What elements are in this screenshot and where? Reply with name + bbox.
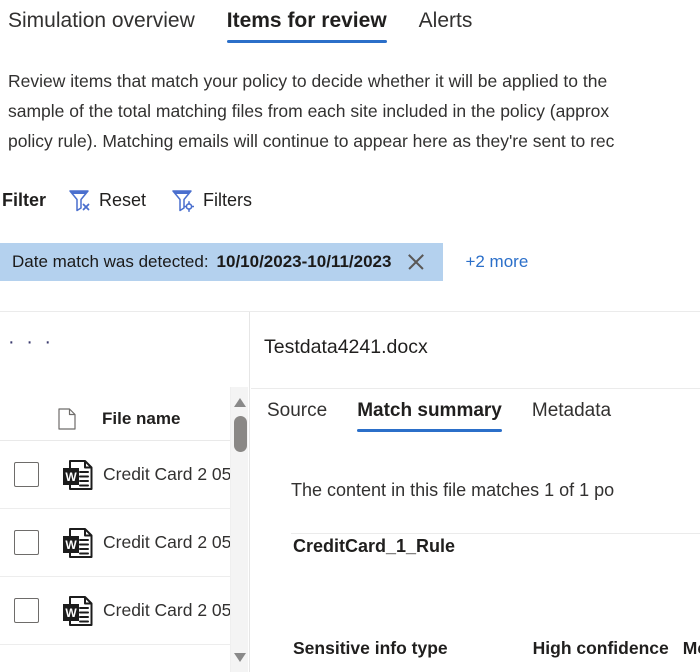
file-list-pane: · · · File name W Credit Card 2 05 W Cre… [0,312,250,672]
list-overflow-menu-button[interactable]: · · · [8,332,54,352]
column-header-high-confidence: High confidence [532,638,669,658]
tab-label: Simulation overview [8,9,195,32]
page-description: Review items that match your policy to d… [8,71,615,151]
svg-text:W: W [65,470,77,484]
row-checkbox[interactable] [14,530,39,555]
match-summary-divider [291,533,700,534]
applied-filters-row: Date match was detected: 10/10/2023-10/1… [0,243,700,281]
items-for-review-page: Simulation overview Items for review Ale… [0,0,700,672]
content-split-area: · · · File name W Credit Card 2 05 W Cre… [0,311,700,672]
table-row[interactable]: W Credit Card 2 05 [0,509,234,577]
tab-label: Alerts [418,9,473,32]
applied-filter-chip-date-match[interactable]: Date match was detected: 10/10/2023-10/1… [0,243,444,281]
match-summary-sentence: The content in this file matches 1 of 1 … [291,480,615,500]
funnel-settings-icon [172,190,195,212]
row-checkbox[interactable] [14,462,39,487]
scrollbar-thumb[interactable] [234,416,247,452]
primary-tabstrip: Simulation overview Items for review Ale… [0,0,700,50]
funnel-clear-icon [69,190,90,212]
word-document-icon: W [63,527,93,558]
tab-label: Items for review [226,9,387,32]
tab-match-summary[interactable]: Match summary [357,397,502,434]
tab-label: Metadata [531,400,612,421]
column-header-sensitive-info-type: Sensitive info type [293,638,448,658]
filter-toolbar: Filter Reset Filters [0,183,700,217]
sensitive-info-table-header: Sensitive info type High confidence Medi… [251,638,700,659]
file-name-cell: Credit Card 2 05 [103,464,232,484]
close-icon[interactable] [405,251,427,273]
reset-filters-button[interactable]: Reset [68,188,146,212]
detail-file-title: Testdata4241.docx [264,336,428,358]
filters-label: Filters [203,189,253,210]
table-row[interactable]: W Credit Card 2 05 [0,577,234,645]
document-icon [58,407,76,430]
tab-simulation-overview[interactable]: Simulation overview [8,6,195,46]
tab-metadata[interactable]: Metadata [532,397,611,434]
tab-label: Source [267,400,328,421]
tab-label: Match summary [357,400,502,421]
word-document-icon: W [63,459,93,490]
detail-tabstrip: Source Match summary Metadata [251,388,700,442]
column-header-medium-confidence: Mediur [682,638,700,658]
tab-alerts[interactable]: Alerts [419,6,473,46]
chip-value: 10/10/2023-10/11/2023 [216,252,392,271]
word-document-icon: W [63,595,93,626]
file-list-header: File name [0,397,234,441]
svg-text:W: W [65,538,77,552]
chip-label: Date match was detected: [12,252,209,271]
filters-button[interactable]: Filters [172,188,252,212]
svg-text:W: W [65,606,77,620]
reset-filters-label: Reset [99,189,147,210]
column-header-file-name[interactable]: File name [102,409,180,429]
tab-source[interactable]: Source [267,397,327,434]
table-row[interactable]: W Credit Card 2 05 [0,441,234,509]
filter-label: Filter [2,189,47,210]
file-detail-pane: Testdata4241.docx Source Match summary M… [251,312,700,672]
file-list-scrollbar[interactable] [230,387,248,672]
row-checkbox[interactable] [14,598,39,623]
file-name-cell: Credit Card 2 05 [103,532,232,552]
rule-name-heading: CreditCard_1_Rule [293,536,456,556]
tab-items-for-review[interactable]: Items for review [226,6,387,46]
scroll-down-arrow-icon[interactable] [234,653,246,662]
file-name-cell: Credit Card 2 05 [103,600,232,620]
more-filters-link[interactable]: +2 more [465,252,528,272]
scroll-up-arrow-icon[interactable] [234,398,246,407]
